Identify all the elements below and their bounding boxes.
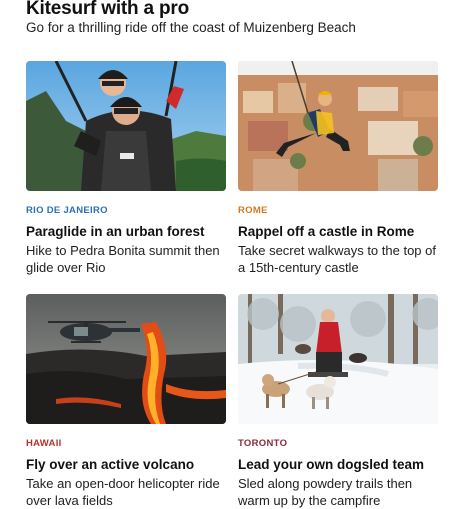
experience-card-paraglide[interactable]: RIO DE JANEIRO Paraglide in an urban for…: [26, 61, 226, 276]
experience-card-rappel[interactable]: ROME Rappel off a castle in Rome Take se…: [238, 61, 438, 276]
location-label: ROME: [238, 205, 268, 216]
card-description: Hike to Pedra Bonita summit then glide o…: [26, 243, 220, 275]
paraglide-photo[interactable]: [26, 61, 226, 191]
card-title[interactable]: Fly over an active volcano: [26, 456, 226, 473]
hero-subtitle: Go for a thrilling ride off the coast of…: [26, 20, 356, 35]
location-label: RIO DE JANEIRO: [26, 205, 108, 216]
volcano-photo[interactable]: [26, 294, 226, 424]
rappel-photo[interactable]: [238, 61, 438, 191]
experience-card-volcano[interactable]: HAWAII Fly over an active volcano Take a…: [26, 294, 226, 509]
hero-title: Kitesurf with a pro: [26, 0, 189, 19]
location-label: TORONTO: [238, 438, 288, 449]
card-description: Take secret walkways to the top of a 15t…: [238, 243, 436, 275]
location-label: HAWAII: [26, 438, 62, 449]
card-title[interactable]: Rappel off a castle in Rome: [238, 223, 438, 240]
dogsled-photo[interactable]: [238, 294, 438, 424]
card-title[interactable]: Paraglide in an urban forest: [26, 223, 226, 240]
experience-card-dogsled[interactable]: TORONTO Lead your own dogsled team Sled …: [238, 294, 438, 509]
card-title[interactable]: Lead your own dogsled team: [238, 456, 438, 473]
